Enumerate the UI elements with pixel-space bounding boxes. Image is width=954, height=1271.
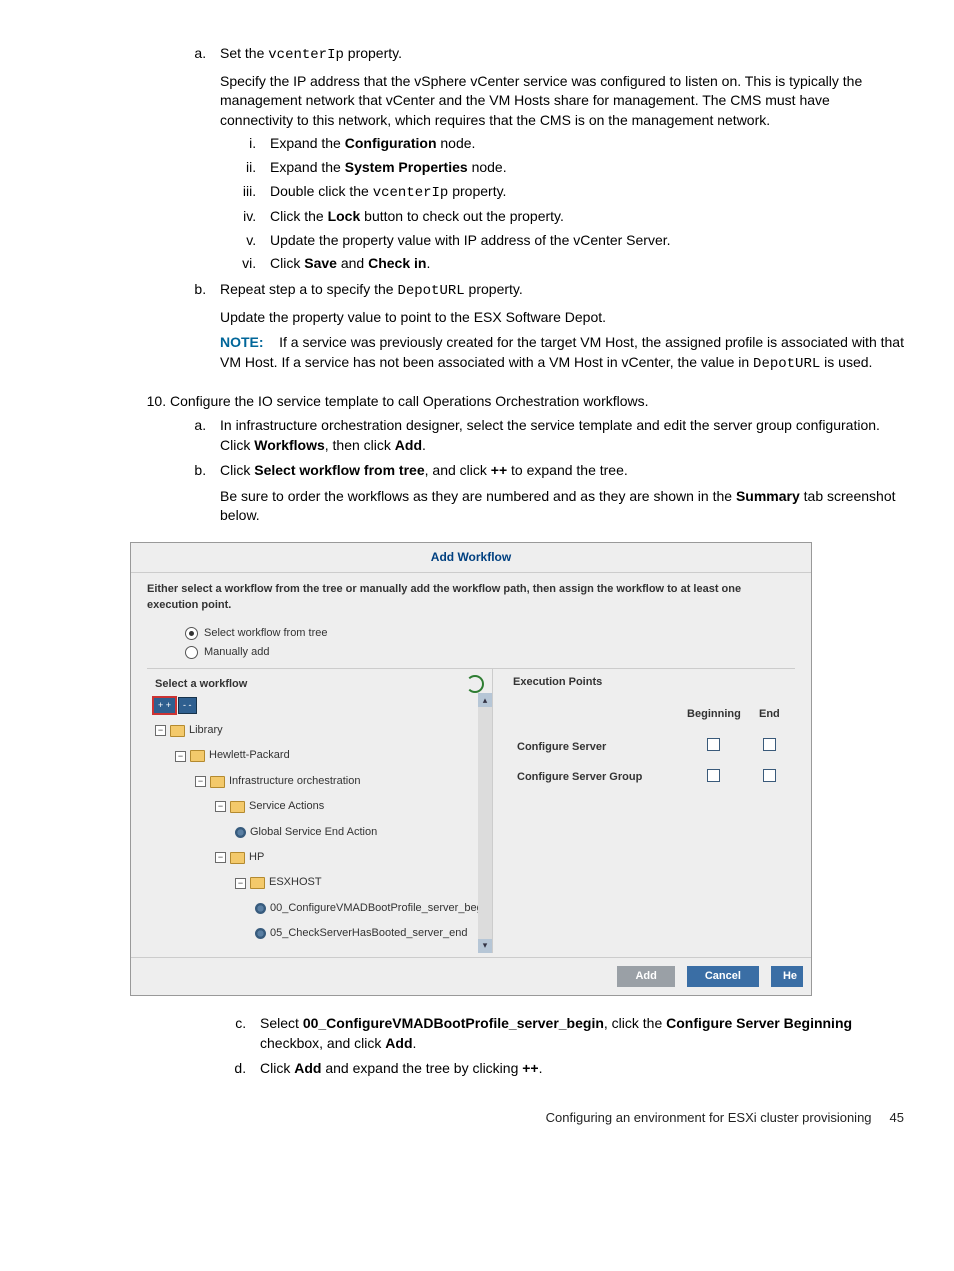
execution-points-pane: Execution Points Beginning End Configure… [493,669,795,952]
step9a-v: Update the property value with IP addres… [260,231,904,251]
footer-text: Configuring an environment for ESXi clus… [546,1109,872,1127]
workflow-tree-pane: Select a workflow + + - - −Library −Hewl… [147,669,493,952]
radio-icon[interactable] [185,646,198,659]
radio-label: Select workflow from tree [204,626,327,641]
workflow-tree[interactable]: −Library −Hewlett-Packard −Infrastructur… [155,718,492,947]
radio-manually-add[interactable]: Manually add [185,645,795,660]
step9a-desc: Specify the IP address that the vSphere … [220,72,904,131]
step9a-i: Expand the Configuration node. [260,134,904,154]
tree-node-global-service-end[interactable]: Global Service End Action [155,820,492,845]
tree-node-service-actions[interactable]: −Service Actions [155,794,492,819]
dialog-title: Add Workflow [131,543,811,573]
checkbox-configure-server-end[interactable] [763,738,776,751]
workflow-icon [235,827,246,838]
checkbox-configure-server-begin[interactable] [707,738,720,751]
tree-node-wf-05[interactable]: 05_CheckServerHasBooted_server_end [155,921,492,946]
step9b-note: NOTE: If a service was previously create… [220,333,904,374]
note-label: NOTE: [220,334,264,350]
table-row: Configure Server [513,732,787,762]
step9a-iv: Click the Lock button to check out the p… [260,207,904,227]
step9b-desc: Update the property value to point to th… [220,308,904,328]
tree-node-wf-00[interactable]: 00_ConfigureVMADBootProfile_server_beg [155,896,492,921]
step10: Configure the IO service template to cal… [170,392,904,526]
step9b: Repeat step a to specify the DepotURL pr… [210,280,904,374]
folder-icon [230,801,245,813]
tree-node-hewlett-packard[interactable]: −Hewlett-Packard [155,743,492,768]
radio-icon[interactable] [185,627,198,640]
scroll-up-icon[interactable]: ▴ [478,693,492,707]
step10b: Click Select workflow from tree, and cli… [210,461,904,526]
page-number: 45 [890,1109,904,1127]
row-configure-server: Configure Server [513,732,676,762]
step9-substeps: Set the vcenterIp property. Specify the … [170,44,904,374]
col-beginning: Beginning [676,701,752,732]
scroll-down-icon[interactable]: ▾ [478,939,492,953]
tree-node-esxhost[interactable]: −ESXHOST [155,870,492,895]
col-end: End [752,701,787,732]
tree-node-hp[interactable]: −HP [155,845,492,870]
workflow-icon [255,903,266,914]
step10d: Click Add and expand the tree by clickin… [250,1059,904,1079]
tree-node-library[interactable]: −Library [155,718,492,743]
step10a: In infrastructure orchestration designer… [210,416,904,455]
row-configure-server-group: Configure Server Group [513,763,676,793]
add-button[interactable]: Add [617,966,674,987]
scrollbar[interactable]: ▴ ▾ [478,693,492,952]
step9a-vi: Click Save and Check in. [260,254,904,274]
folder-icon [190,750,205,762]
step9a: Set the vcenterIp property. Specify the … [210,44,904,274]
workflow-icon [255,928,266,939]
cancel-button[interactable]: Cancel [687,966,759,987]
step9a-iii: Double click the vcenterIp property. [260,182,904,204]
folder-icon [230,852,245,864]
step9a-steps: Expand the Configuration node. Expand th… [220,134,904,274]
select-workflow-header: Select a workflow [155,677,247,692]
refresh-icon[interactable] [466,675,484,693]
execution-points-header: Execution Points [513,675,787,690]
page-footer: Configuring an environment for ESXi clus… [50,1109,904,1127]
step9a-lead: Set the vcenterIp property. [220,45,402,61]
step10b-desc: Be sure to order the workflows as they a… [220,487,904,526]
execution-points-table: Beginning End Configure Server Configure… [513,701,787,793]
add-workflow-dialog: Add Workflow Either select a workflow fr… [130,542,812,996]
radio-select-from-tree[interactable]: Select workflow from tree [185,626,795,641]
folder-icon [170,725,185,737]
step9a-ii: Expand the System Properties node. [260,158,904,178]
folder-icon [250,877,265,889]
expand-all-button[interactable]: + + [153,697,176,714]
tree-node-infrastructure-orchestration[interactable]: −Infrastructure orchestration [155,769,492,794]
checkbox-configure-server-group-end[interactable] [763,769,776,782]
dialog-instructions: Either select a workflow from the tree o… [147,581,795,622]
step10-substeps-continued: Select 00_ConfigureVMADBootProfile_serve… [210,1014,904,1079]
step9b-lead: Repeat step a to specify the DepotURL pr… [220,281,523,297]
main-list: Configure the IO service template to cal… [130,392,904,526]
step10-lead: Configure the IO service template to cal… [170,393,649,409]
step10-substeps: In infrastructure orchestration designer… [170,416,904,526]
table-row: Configure Server Group [513,763,787,793]
collapse-all-button[interactable]: - - [178,697,197,714]
step10c: Select 00_ConfigureVMADBootProfile_serve… [250,1014,904,1053]
folder-icon [210,776,225,788]
help-button[interactable]: He [771,966,803,987]
radio-label: Manually add [204,645,269,660]
checkbox-configure-server-group-begin[interactable] [707,769,720,782]
